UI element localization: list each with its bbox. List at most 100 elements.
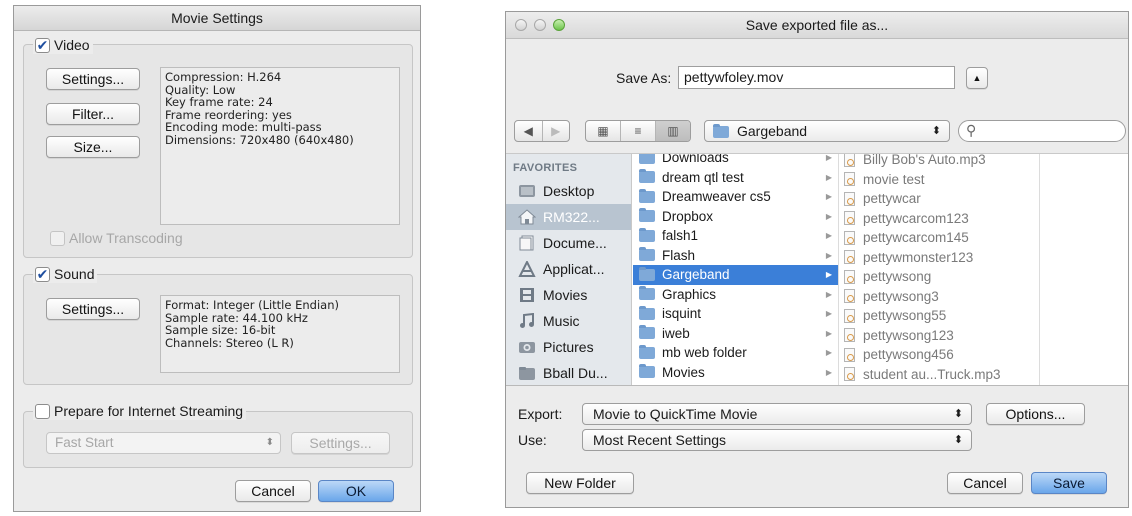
- sound-info-panel: Format: Integer (Little Endian) Sample r…: [160, 295, 400, 373]
- file-name: movie test: [863, 171, 925, 187]
- video-size-button[interactable]: Size...: [46, 136, 140, 158]
- file-icon: [844, 269, 855, 284]
- export-popup[interactable]: Movie to QuickTime Movie ⬍: [582, 403, 972, 425]
- folder-name: iweb: [662, 325, 690, 341]
- sidebar-item-movies[interactable]: Movies: [506, 282, 631, 308]
- sidebar-item-pictures[interactable]: Pictures: [506, 334, 631, 360]
- pictures-icon: [518, 339, 536, 355]
- file-name: student au...Truck.mp3: [863, 366, 1001, 382]
- file-row[interactable]: pettywcarcom123: [840, 209, 1039, 229]
- ok-button[interactable]: OK: [318, 480, 394, 502]
- folder-row[interactable]: Dropbox ▶: [633, 207, 838, 227]
- allow-transcoding-checkbox[interactable]: Allow Transcoding: [50, 230, 183, 246]
- folder-icon: [639, 364, 655, 379]
- folder-name: dream qtl test: [662, 169, 744, 185]
- folder-icon: [639, 325, 655, 340]
- file-row[interactable]: pettywsong55: [840, 306, 1039, 326]
- video-checkbox[interactable]: ✔ Video: [33, 36, 93, 54]
- file-browser: FAVORITES Desktop RM322... Docume... App…: [506, 153, 1128, 386]
- file-row[interactable]: pettywsong: [840, 267, 1039, 287]
- file-name: pettywcarcom123: [863, 210, 969, 226]
- use-value: Most Recent Settings: [593, 432, 727, 448]
- folder-icon: [518, 365, 536, 381]
- folder-row[interactable]: dream qtl test ▶: [633, 168, 838, 188]
- folder-row[interactable]: Downloads ▶: [633, 154, 838, 168]
- sound-info-line: Sample size: 16-bit: [165, 323, 276, 338]
- streaming-mode-value: Fast Start: [55, 435, 114, 450]
- sidebar-item-home[interactable]: RM322...: [506, 204, 631, 230]
- zoom-window-icon[interactable]: [553, 19, 565, 31]
- folder-icon: [639, 169, 655, 184]
- close-window-icon[interactable]: [515, 19, 527, 31]
- forward-icon[interactable]: ▶: [543, 121, 570, 141]
- filename-field[interactable]: pettywfoley.mov: [678, 66, 955, 89]
- folder-icon: [639, 188, 655, 203]
- file-row[interactable]: movie test: [840, 170, 1039, 190]
- sidebar-item-music[interactable]: Music: [506, 308, 631, 334]
- file-name: pettywcar: [863, 191, 921, 207]
- folder-name: isquint: [662, 306, 702, 322]
- file-row[interactable]: Billy Bob's Auto.mp3: [840, 154, 1039, 170]
- folder-row[interactable]: Flash ▶: [633, 246, 838, 266]
- column-view-icon[interactable]: ▥: [656, 121, 690, 141]
- sound-settings-button[interactable]: Settings...: [46, 298, 140, 320]
- back-icon[interactable]: ◀: [515, 121, 543, 141]
- sidebar: FAVORITES Desktop RM322... Docume... App…: [506, 154, 632, 385]
- file-name: pettywmonster123: [863, 249, 974, 265]
- video-filter-button[interactable]: Filter...: [46, 103, 140, 125]
- collapse-dialog-button[interactable]: ▲: [966, 67, 988, 89]
- streaming-mode-popup[interactable]: Fast Start ⬍: [46, 432, 281, 454]
- folder-row[interactable]: iweb ▶: [633, 324, 838, 344]
- use-popup[interactable]: Most Recent Settings ⬍: [582, 429, 972, 451]
- sidebar-item-applications[interactable]: Applicat...: [506, 256, 631, 282]
- file-icon: [844, 154, 855, 167]
- disclosure-arrow-icon: ▶: [825, 309, 832, 319]
- save-dialog-title: Save exported file as...: [745, 17, 889, 33]
- file-row[interactable]: pettywsong123: [840, 326, 1039, 346]
- folder-icon: [639, 305, 655, 320]
- folder-name: Downloads: [662, 154, 729, 166]
- search-field[interactable]: ⚲: [958, 120, 1126, 142]
- sidebar-item-bball[interactable]: Bball Du...: [506, 360, 631, 385]
- folder-row[interactable]: mb web folder ▶: [633, 343, 838, 363]
- file-row[interactable]: pettywmonster123: [840, 248, 1039, 268]
- folder-row[interactable]: isquint ▶: [633, 304, 838, 324]
- cancel-button[interactable]: Cancel: [235, 480, 311, 502]
- internet-streaming-checkbox[interactable]: Prepare for Internet Streaming: [33, 402, 247, 420]
- file-row[interactable]: pettywcar: [840, 189, 1039, 209]
- file-row[interactable]: pettywsong456: [840, 345, 1039, 365]
- sidebar-item-desktop[interactable]: Desktop: [506, 178, 631, 204]
- file-name: pettywsong55: [863, 308, 947, 324]
- music-icon: [518, 312, 536, 329]
- sound-info-line: Format: Integer (Little Endian): [165, 298, 339, 312]
- folder-row[interactable]: Gargeband ▶: [633, 265, 838, 285]
- disclosure-arrow-icon: ▶: [825, 231, 832, 241]
- cancel-button[interactable]: Cancel: [947, 472, 1023, 494]
- folder-name: Dropbox: [662, 208, 714, 224]
- list-view-icon[interactable]: ≡: [621, 121, 656, 141]
- folder-row[interactable]: Dreamweaver cs5 ▶: [633, 187, 838, 207]
- file-row[interactable]: pettywsong3: [840, 287, 1039, 307]
- folder-name: mb web folder: [662, 345, 747, 361]
- sound-checkbox[interactable]: ✔ Sound: [33, 265, 98, 283]
- sidebar-item-documents[interactable]: Docume...: [506, 230, 631, 256]
- folder-name: Graphics: [662, 286, 717, 302]
- minimize-window-icon[interactable]: [534, 19, 546, 31]
- options-button[interactable]: Options...: [986, 403, 1085, 425]
- streaming-settings-button[interactable]: Settings...: [291, 432, 390, 454]
- folder-icon: [639, 227, 655, 242]
- new-folder-button[interactable]: New Folder: [526, 472, 634, 494]
- location-popup[interactable]: Gargeband ⬍: [704, 120, 950, 142]
- folder-row[interactable]: Movies ▶: [633, 363, 838, 383]
- allow-transcoding-label: Allow Transcoding: [69, 230, 183, 246]
- file-row[interactable]: student au...Truck.mp3: [840, 365, 1039, 385]
- save-button[interactable]: Save: [1031, 472, 1107, 494]
- folder-row[interactable]: Graphics ▶: [633, 285, 838, 305]
- streaming-box-icon: [35, 403, 50, 419]
- file-name: Billy Bob's Auto.mp3: [863, 154, 986, 168]
- folder-icon: [639, 154, 655, 164]
- file-row[interactable]: pettywcarcom145: [840, 228, 1039, 248]
- folder-row[interactable]: falsh1 ▶: [633, 226, 838, 246]
- icon-view-icon[interactable]: ▦: [586, 121, 621, 141]
- video-settings-button[interactable]: Settings...: [46, 68, 140, 90]
